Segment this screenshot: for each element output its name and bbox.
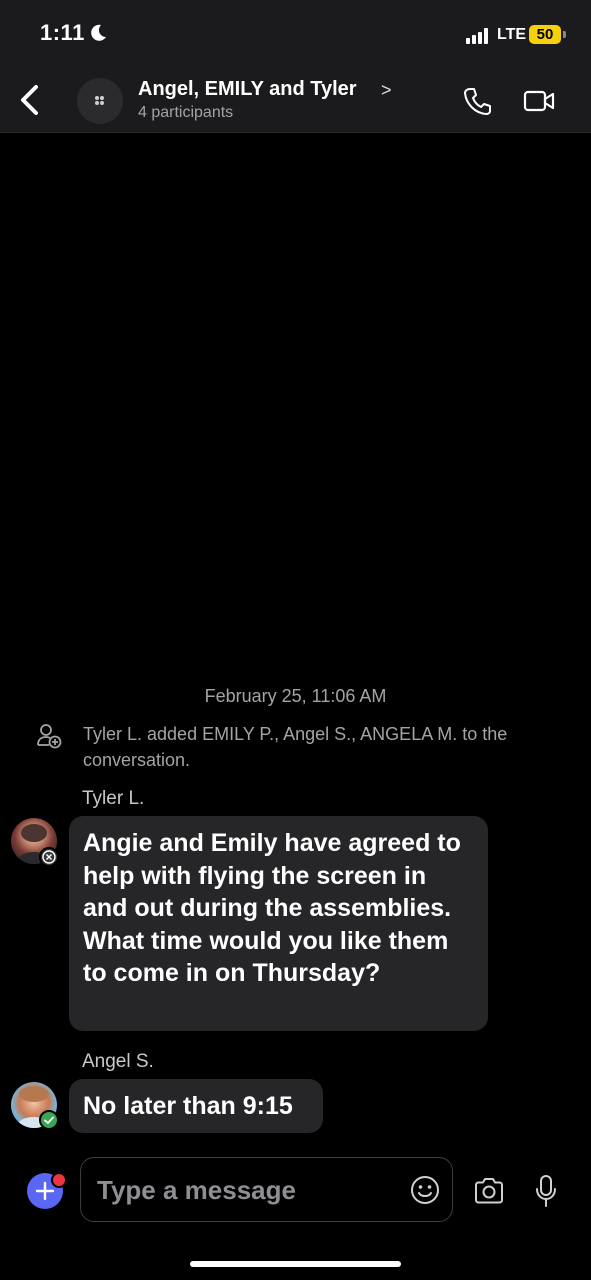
chevron-right-icon[interactable]: > bbox=[381, 80, 392, 101]
add-person-icon bbox=[37, 724, 62, 749]
emoji-icon[interactable] bbox=[410, 1175, 440, 1205]
battery-indicator: 50 bbox=[529, 25, 561, 44]
message-bubble[interactable]: No later than 9:15 bbox=[69, 1079, 323, 1133]
sender-name: Angel S. bbox=[82, 1051, 154, 1072]
battery-cap bbox=[563, 31, 566, 38]
conversation-title[interactable]: Angel, EMILY and Tyler bbox=[138, 78, 357, 101]
group-avatar[interactable] bbox=[77, 78, 123, 124]
home-indicator[interactable] bbox=[190, 1261, 401, 1267]
status-badge bbox=[39, 847, 59, 867]
camera-icon[interactable] bbox=[473, 1176, 505, 1206]
status-time: 1:11 bbox=[40, 20, 85, 45]
check-icon bbox=[44, 1116, 54, 1124]
video-icon[interactable] bbox=[523, 88, 555, 114]
date-stamp: February 25, 11:06 AM bbox=[204, 686, 387, 706]
system-message: Tyler L. added EMILY P., Angel S., ANGEL… bbox=[83, 724, 508, 770]
message-input[interactable] bbox=[95, 1168, 399, 1212]
notification-dot bbox=[51, 1172, 67, 1188]
signal-icon bbox=[466, 28, 488, 44]
phone-icon[interactable] bbox=[463, 86, 491, 116]
mic-icon[interactable] bbox=[535, 1174, 557, 1208]
participants-count: 4 participants bbox=[138, 104, 234, 121]
conversation-header: Angel, EMILY and Tyler > 4 participants bbox=[0, 66, 591, 133]
message-composer[interactable] bbox=[80, 1157, 453, 1222]
message-bubble[interactable]: Angie and Emily have agreed to help with… bbox=[69, 816, 488, 1031]
away-icon bbox=[42, 850, 56, 864]
sender-name: Tyler L. bbox=[82, 788, 145, 809]
online-badge bbox=[39, 1110, 59, 1130]
network-label: LTE bbox=[497, 26, 527, 43]
group-icon bbox=[95, 96, 104, 105]
moon-icon bbox=[91, 24, 106, 41]
status-bar: 1:11 LTE 50 bbox=[0, 0, 591, 66]
back-icon[interactable] bbox=[14, 82, 46, 118]
